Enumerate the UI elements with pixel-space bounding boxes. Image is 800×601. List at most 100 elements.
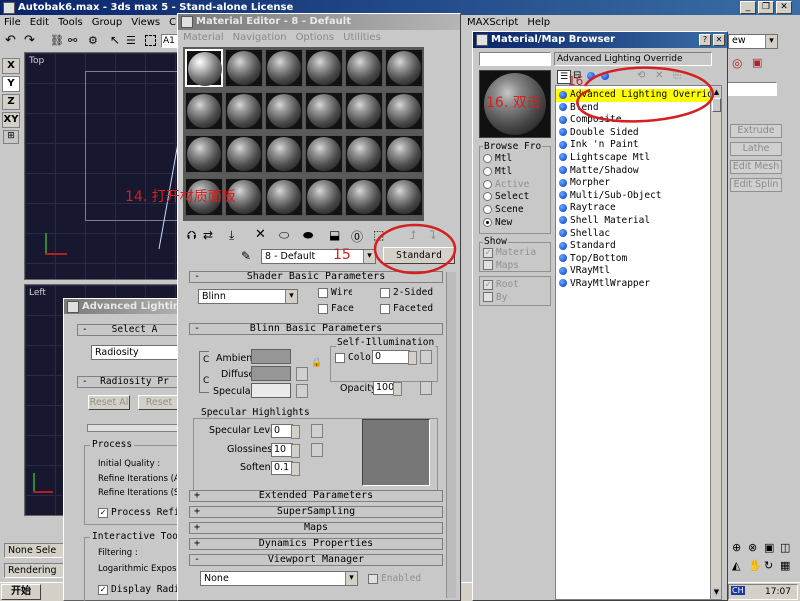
glossiness-value[interactable]: 10 <box>271 443 300 458</box>
wire-checkbox[interactable]: Wire <box>318 287 352 298</box>
browse-from-option[interactable]: Mtl <box>483 153 529 166</box>
reset-map-icon[interactable]: ✕ <box>255 227 266 242</box>
undo-icon[interactable]: ↶ <box>5 33 16 48</box>
menu-edit[interactable]: Edit <box>30 16 49 30</box>
self-illum-color-checkbox[interactable]: Color <box>335 352 371 363</box>
reset-all-button[interactable]: Reset Al <box>88 395 130 410</box>
sample-slot[interactable] <box>265 135 303 173</box>
show-option-checkbox[interactable]: Maps <box>483 260 536 273</box>
material-type-item[interactable]: Standard <box>556 240 711 253</box>
browser-list-scrollbar[interactable]: ▲ ▼ <box>710 85 722 600</box>
region-select-icon[interactable] <box>145 35 156 46</box>
specular-map-button[interactable] <box>296 384 308 398</box>
scroll-thumb[interactable] <box>712 98 721 112</box>
browse-from-option[interactable]: Active <box>483 179 529 192</box>
self-illum-value[interactable]: 0 <box>372 350 417 365</box>
edit-mesh-button[interactable]: Edit Mesh <box>730 160 782 174</box>
sample-slot[interactable] <box>225 49 263 87</box>
browser-close-button[interactable]: ✕ <box>713 34 725 46</box>
menu-help[interactable]: Help <box>527 16 550 30</box>
menu-file[interactable]: File <box>4 16 21 30</box>
lock-icon[interactable]: 🔒 <box>311 358 322 368</box>
material-type-item[interactable]: Double Sided <box>556 127 711 140</box>
clear-library-icon[interactable]: ⎘ <box>673 70 681 81</box>
delete-from-library-icon[interactable]: ✕ <box>655 70 663 81</box>
viewport-left-label[interactable]: Left <box>29 288 46 298</box>
material-type-item[interactable]: Lightscape Mtl <box>556 152 711 165</box>
radiosity-rollout-header[interactable]: - Radiosity Pr <box>77 376 192 388</box>
go-forward-to-sibling-icon[interactable]: ⮧ <box>429 228 436 243</box>
browse-from-option[interactable]: New <box>483 217 529 230</box>
reset-button[interactable]: Reset <box>138 395 180 410</box>
sample-slot[interactable] <box>185 92 223 130</box>
ambient-lock-icon[interactable]: C <box>203 356 209 365</box>
advanced-lighting-plugin-dropdown[interactable]: Radiosity <box>91 345 191 360</box>
supersampling-header[interactable]: + SuperSampling <box>189 506 443 518</box>
sample-slot[interactable] <box>385 178 423 216</box>
shader-basic-params-header[interactable]: - Shader Basic Parameters <box>189 271 443 283</box>
menu-group[interactable]: Group <box>92 16 122 30</box>
select-icon[interactable]: ↖ <box>110 33 120 47</box>
sample-slot[interactable] <box>345 49 383 87</box>
sample-slot[interactable] <box>385 49 423 87</box>
material-type-item[interactable]: Shellac <box>556 228 711 241</box>
material-editor-scrollbar[interactable] <box>446 272 456 598</box>
me-menu-options[interactable]: Options <box>296 32 335 44</box>
material-name-field[interactable]: 8 - Default <box>261 249 376 264</box>
select-rollout-header[interactable]: - Select A <box>77 324 192 336</box>
view-small-icons-icon[interactable] <box>587 71 598 82</box>
viewport-top[interactable]: Top <box>24 52 185 280</box>
axis-y-button[interactable]: Y <box>2 76 20 92</box>
make-unique-icon[interactable]: ⬬ <box>303 228 313 243</box>
material-type-item[interactable]: Top/Bottom <box>556 253 711 266</box>
field-of-view-icon[interactable]: ◭ <box>732 559 740 572</box>
extended-params-header[interactable]: + Extended Parameters <box>189 490 443 502</box>
unlink-icon[interactable]: ⚯ <box>68 34 77 47</box>
material-type-item[interactable]: Shell Material <box>556 215 711 228</box>
opacity-value[interactable]: 100 <box>373 381 402 396</box>
sample-slot[interactable] <box>185 49 223 87</box>
viewport-manager-dropdown[interactable]: None <box>200 571 358 586</box>
view-dropdown[interactable]: ew <box>728 34 778 49</box>
display-radiosity-checkbox[interactable]: ✓ Display Radi <box>98 584 180 595</box>
maximize-viewport-icon[interactable]: ▦ <box>780 559 790 572</box>
diffuse-map-button[interactable] <box>296 367 308 381</box>
zoom-extents-icon[interactable]: ▣ <box>764 541 774 554</box>
glossiness-map-button[interactable] <box>311 443 323 457</box>
diffuse-lock-icon[interactable]: C <box>203 377 209 386</box>
close-button[interactable]: ✕ <box>776 1 792 14</box>
update-scene-icon[interactable]: ⟲ <box>637 70 645 81</box>
restore-button[interactable]: ❐ <box>758 1 774 14</box>
soften-value[interactable]: 0.1 <box>271 461 300 476</box>
sample-slot[interactable] <box>345 178 383 216</box>
sample-slot[interactable] <box>265 178 303 216</box>
show-option-checkbox[interactable]: ✓ Materia <box>483 247 536 260</box>
me-menu-utilities[interactable]: Utilities <box>343 32 381 44</box>
dynamics-properties-header[interactable]: + Dynamics Properties <box>189 538 443 550</box>
menu-tools[interactable]: Tools <box>58 16 83 30</box>
sample-slot[interactable] <box>385 135 423 173</box>
sample-slot[interactable] <box>305 178 343 216</box>
pick-material-icon[interactable]: ✎ <box>241 249 251 263</box>
material-type-item[interactable]: VRayMtl <box>556 265 711 278</box>
sample-slot[interactable] <box>185 135 223 173</box>
shader-type-dropdown[interactable]: Blinn <box>198 289 298 304</box>
ambient-color-swatch[interactable] <box>251 349 291 364</box>
faceted-checkbox[interactable]: Faceted <box>380 303 433 314</box>
sample-slot[interactable] <box>225 135 263 173</box>
lathe-button[interactable]: Lathe <box>730 142 782 156</box>
material-type-item[interactable]: Ink 'n Paint <box>556 139 711 152</box>
blinn-basic-params-header[interactable]: - Blinn Basic Parameters <box>189 323 443 335</box>
material-type-button[interactable]: Standard <box>383 247 455 264</box>
opacity-map-button[interactable] <box>420 381 432 395</box>
sample-slot[interactable] <box>265 49 303 87</box>
show-map-in-viewport-icon[interactable]: ⬚ <box>373 228 384 242</box>
link-icon[interactable]: ⛓ <box>50 34 64 47</box>
snap-toggle-icon[interactable]: ⊞ <box>3 130 19 144</box>
sample-slot[interactable] <box>305 49 343 87</box>
process-refine-checkbox[interactable]: ✓ Process Refi <box>98 507 180 518</box>
material-type-item[interactable]: Composite <box>556 114 711 127</box>
menu-maxscript[interactable]: MAXScript <box>467 16 518 30</box>
self-illum-map-button[interactable] <box>420 350 432 364</box>
material-type-item[interactable]: Advanced Lighting Override <box>556 89 711 102</box>
